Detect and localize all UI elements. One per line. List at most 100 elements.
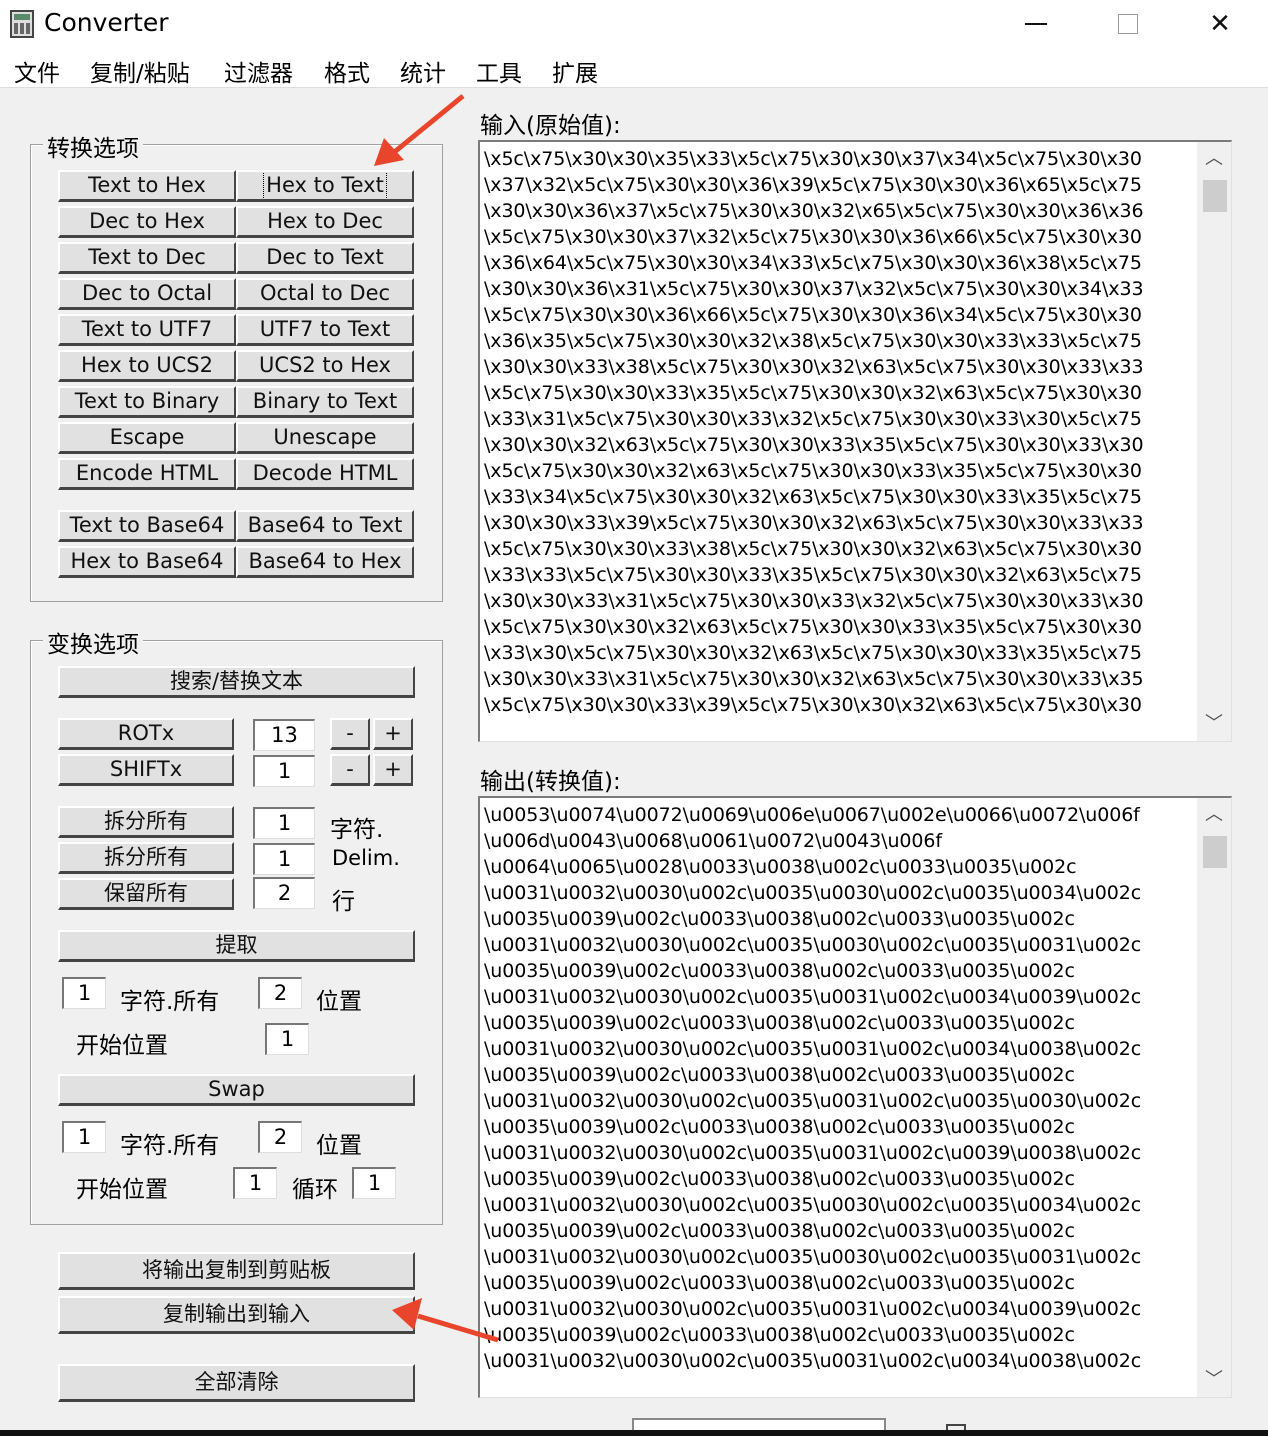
dec-to-octal-button[interactable]: Dec to Octal (58, 278, 236, 310)
hex-to-text-button[interactable]: Hex to Text (236, 170, 414, 202)
extract-chars-field[interactable]: 1 (62, 977, 106, 1009)
hex-to-dec-button[interactable]: Hex to Dec (236, 206, 414, 238)
utf7-to-text-button[interactable]: UTF7 to Text (236, 314, 414, 346)
input-line: \x5c\x75\x30\x30\x36\x66\x5c\x75\x30\x30… (484, 304, 1142, 326)
menu-statistics[interactable]: 统计 (400, 54, 446, 88)
split-all-chars-button[interactable]: 拆分所有 (58, 806, 234, 838)
group-title: 变换选项 (43, 625, 143, 659)
group-title: 转换选项 (43, 129, 143, 163)
extract-position-field[interactable]: 2 (258, 977, 302, 1009)
ucs2-to-hex-button[interactable]: UCS2 to Hex (236, 350, 414, 382)
extract-chars-label: 字符.所有 (120, 989, 220, 1015)
swap-position-field[interactable]: 2 (258, 1121, 302, 1153)
shiftx-value-field[interactable]: 1 (253, 755, 315, 787)
output-line: \u0035\u0039\u002c\u0033\u0038\u002c\u00… (484, 1220, 1075, 1242)
menu-format[interactable]: 格式 (324, 54, 370, 88)
input-label: 输入(原始值): (480, 113, 621, 139)
menu-file[interactable]: 文件 (14, 54, 60, 88)
split-chars-field[interactable]: 1 (253, 807, 315, 839)
swap-start-field[interactable]: 1 (233, 1167, 277, 1199)
copy-output-to-input-button[interactable]: 复制输出到输入 (58, 1296, 415, 1334)
rotx-decrement-button[interactable]: - (330, 718, 370, 750)
extract-start-field[interactable]: 1 (265, 1023, 309, 1055)
maximize-icon (1118, 14, 1138, 34)
extract-start-label: 开始位置 (76, 1033, 168, 1059)
copy-output-to-clipboard-button[interactable]: 将输出复制到剪贴板 (58, 1252, 415, 1290)
dec-to-hex-button[interactable]: Dec to Hex (58, 206, 236, 238)
scroll-down-icon[interactable]: ﹀ (1197, 709, 1231, 739)
swap-chars-field[interactable]: 1 (62, 1121, 106, 1153)
menu-filter[interactable]: 过滤器 (224, 54, 293, 88)
text-to-binary-button[interactable]: Text to Binary (58, 386, 236, 418)
text-to-base64-button[interactable]: Text to Base64 (58, 510, 236, 542)
rotx-button[interactable]: ROTx (58, 718, 234, 750)
encode-html-button[interactable]: Encode HTML (58, 458, 236, 490)
menu-copy-paste[interactable]: 复制/粘贴 (90, 54, 190, 88)
text-to-utf7-button[interactable]: Text to UTF7 (58, 314, 236, 346)
minimize-button[interactable] (990, 0, 1082, 48)
output-line: \u0031\u0032\u0030\u002c\u0035\u0030\u00… (484, 1246, 1142, 1268)
close-button[interactable]: ✕ (1174, 0, 1266, 48)
text-to-hex-button[interactable]: Text to Hex (58, 170, 236, 202)
input-line: \x30\x30\x33\x38\x5c\x75\x30\x30\x32\x63… (484, 356, 1144, 378)
output-line: \u0035\u0039\u002c\u0033\u0038\u002c\u00… (484, 1324, 1075, 1346)
window-bottom-edge (0, 1430, 1268, 1436)
swap-loop-field[interactable]: 1 (352, 1167, 396, 1199)
split-all-delim-button[interactable]: 拆分所有 (58, 842, 234, 874)
input-line: \x5c\x75\x30\x30\x33\x39\x5c\x75\x30\x30… (484, 694, 1142, 716)
escape-button[interactable]: Escape (58, 422, 236, 454)
input-scrollbar[interactable]: ︿ ﹀ (1197, 142, 1231, 741)
input-textarea[interactable]: \x5c\x75\x30\x30\x35\x33\x5c\x75\x30\x30… (478, 140, 1232, 742)
keep-lines-unit: 行 (332, 889, 355, 915)
search-replace-button[interactable]: 搜索/替换文本 (58, 666, 415, 698)
menu-tools[interactable]: 工具 (476, 54, 522, 88)
hex-to-base64-button[interactable]: Hex to Base64 (58, 546, 236, 578)
clear-all-button[interactable]: 全部清除 (58, 1364, 415, 1402)
scroll-up-icon[interactable]: ︿ (1197, 800, 1231, 830)
output-line: \u0031\u0032\u0030\u002c\u0035\u0031\u00… (484, 1298, 1142, 1320)
output-line: \u0031\u0032\u0030\u002c\u0035\u0030\u00… (484, 882, 1142, 904)
rotx-value-field[interactable]: 13 (253, 719, 315, 751)
input-text: \x5c\x75\x30\x30\x35\x33\x5c\x75\x30\x30… (484, 146, 1195, 718)
scroll-up-icon[interactable]: ︿ (1197, 144, 1231, 174)
scroll-thumb[interactable] (1203, 836, 1227, 868)
output-scrollbar[interactable]: ︿ ﹀ (1197, 798, 1231, 1397)
input-line: \x30\x30\x33\x31\x5c\x75\x30\x30\x32\x63… (484, 668, 1144, 690)
shiftx-decrement-button[interactable]: - (330, 754, 370, 786)
split-delim-unit: Delim. (332, 846, 400, 870)
decode-html-button[interactable]: Decode HTML (236, 458, 414, 490)
rotx-increment-button[interactable]: + (373, 718, 413, 750)
scroll-thumb[interactable] (1203, 180, 1227, 212)
swap-button[interactable]: Swap (58, 1074, 415, 1106)
unescape-button[interactable]: Unescape (236, 422, 414, 454)
maximize-button[interactable] (1082, 0, 1174, 48)
shiftx-button[interactable]: SHIFTx (58, 754, 234, 786)
output-line: \u0053\u0074\u0072\u0069\u006e\u0067\u00… (484, 804, 1140, 826)
output-textarea[interactable]: \u0053\u0074\u0072\u0069\u006e\u0067\u00… (478, 796, 1232, 1398)
menu-extend[interactable]: 扩展 (552, 54, 598, 88)
output-line: \u0031\u0032\u0030\u002c\u0035\u0031\u00… (484, 986, 1142, 1008)
output-line: \u0035\u0039\u002c\u0033\u0038\u002c\u00… (484, 1168, 1075, 1190)
input-line: \x33\x34\x5c\x75\x30\x30\x32\x63\x5c\x75… (484, 486, 1142, 508)
minimize-icon (1025, 23, 1047, 25)
output-line: \u0031\u0032\u0030\u002c\u0035\u0031\u00… (484, 1142, 1142, 1164)
binary-to-text-button[interactable]: Binary to Text (236, 386, 414, 418)
input-line: \x36\x35\x5c\x75\x30\x30\x32\x38\x5c\x75… (484, 330, 1142, 352)
text-to-dec-button[interactable]: Text to Dec (58, 242, 236, 274)
hex-to-ucs2-button[interactable]: Hex to UCS2 (58, 350, 236, 382)
scroll-down-icon[interactable]: ﹀ (1197, 1365, 1231, 1395)
title-bar: Converter ✕ (0, 0, 1268, 48)
keep-lines-field[interactable]: 2 (253, 877, 315, 909)
dec-to-text-button[interactable]: Dec to Text (236, 242, 414, 274)
extract-button[interactable]: 提取 (58, 930, 415, 962)
shiftx-increment-button[interactable]: + (373, 754, 413, 786)
output-line: \u0031\u0032\u0030\u002c\u0035\u0031\u00… (484, 1090, 1142, 1112)
keep-all-button[interactable]: 保留所有 (58, 878, 234, 910)
base64-to-text-button[interactable]: Base64 to Text (236, 510, 414, 542)
split-delim-field[interactable]: 1 (253, 843, 315, 875)
base64-to-hex-button[interactable]: Base64 to Hex (236, 546, 414, 578)
output-line: \u0035\u0039\u002c\u0033\u0038\u002c\u00… (484, 1012, 1075, 1034)
octal-to-dec-button[interactable]: Octal to Dec (236, 278, 414, 310)
output-line: \u0031\u0032\u0030\u002c\u0035\u0031\u00… (484, 1350, 1142, 1372)
input-line: \x5c\x75\x30\x30\x32\x63\x5c\x75\x30\x30… (484, 460, 1142, 482)
